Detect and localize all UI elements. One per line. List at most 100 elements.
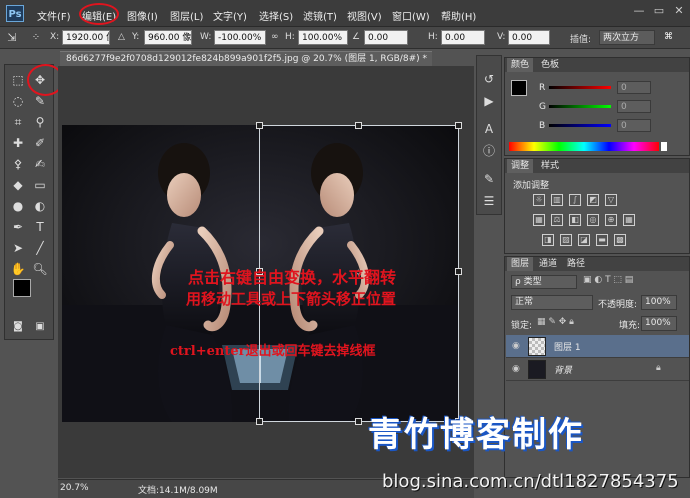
- tab-channels[interactable]: 通道: [535, 257, 561, 271]
- tab-color[interactable]: 颜色: [507, 58, 534, 72]
- warp-icon[interactable]: ⌘: [664, 32, 673, 42]
- type-tool-icon[interactable]: T: [31, 218, 49, 236]
- reference-point-icon[interactable]: ⁘: [27, 29, 45, 47]
- color-lookup-icon[interactable]: ▦: [623, 214, 635, 226]
- green-slider[interactable]: [549, 105, 611, 108]
- lasso-tool-icon[interactable]: ◌: [9, 92, 27, 110]
- hand-tool-icon[interactable]: ✋: [9, 260, 27, 278]
- levels-icon[interactable]: ▥: [551, 194, 563, 206]
- menu-type[interactable]: 文字(Y): [213, 8, 247, 23]
- lock-icons[interactable]: ▦ ✎ ✥ 🔒︎: [537, 317, 574, 327]
- quick-mask-icon[interactable]: ◙: [9, 318, 27, 336]
- transform-handle[interactable]: [355, 122, 362, 129]
- vertical-skew-field[interactable]: 0.00: [508, 30, 550, 45]
- eraser-tool-icon[interactable]: ◆: [9, 176, 27, 194]
- crop-tool-icon[interactable]: ⌗: [9, 113, 27, 131]
- zoom-tool-icon[interactable]: 🔍︎: [31, 260, 49, 278]
- line-tool-icon[interactable]: ╱: [31, 239, 49, 257]
- tab-adjustments[interactable]: 调整: [507, 159, 534, 173]
- transform-handle[interactable]: [256, 122, 263, 129]
- brightness-icon[interactable]: ☼: [533, 194, 545, 206]
- curves-icon[interactable]: ∫: [569, 194, 581, 206]
- transform-handle[interactable]: [455, 122, 462, 129]
- width-field[interactable]: -100.00%: [214, 30, 266, 45]
- red-value-field[interactable]: 0: [617, 81, 651, 94]
- layer-row-layer1[interactable]: ◉ 图层 1: [506, 335, 689, 358]
- posterize-icon[interactable]: ▨: [560, 234, 572, 246]
- tab-layers[interactable]: 图层: [507, 257, 534, 271]
- menu-select[interactable]: 选择(S): [259, 8, 293, 23]
- menu-window[interactable]: 窗口(W): [392, 8, 430, 23]
- zoom-level[interactable]: 20.7%: [60, 483, 89, 493]
- clone-stamp-icon[interactable]: ⚴: [9, 155, 27, 173]
- brush-tool-icon[interactable]: ✐: [31, 134, 49, 152]
- fill-field[interactable]: 100%: [641, 316, 677, 331]
- invert-icon[interactable]: ◨: [542, 234, 554, 246]
- black-white-icon[interactable]: ◧: [569, 214, 581, 226]
- menu-image[interactable]: 图像(I): [127, 8, 158, 23]
- menu-view[interactable]: 视图(V): [347, 8, 382, 23]
- blur-tool-icon[interactable]: ●: [9, 197, 27, 215]
- transform-handle[interactable]: [355, 418, 362, 425]
- brush-panel-icon[interactable]: ✎: [480, 170, 498, 188]
- path-select-icon[interactable]: ➤: [9, 239, 27, 257]
- threshold-icon[interactable]: ◪: [578, 234, 590, 246]
- layer-filter-kind-select[interactable]: ρ 类型: [511, 275, 577, 289]
- blue-slider[interactable]: [549, 124, 611, 127]
- screen-mode-icon[interactable]: ▣: [31, 318, 49, 336]
- gradient-tool-icon[interactable]: ▭: [31, 176, 49, 194]
- tab-swatches[interactable]: 色板: [537, 58, 563, 72]
- play-action-icon[interactable]: ▶: [480, 92, 498, 110]
- vibrance-icon[interactable]: ▽: [605, 194, 617, 206]
- menu-layer[interactable]: 图层(L): [170, 8, 203, 23]
- blue-value-field[interactable]: 0: [617, 119, 651, 132]
- green-value-field[interactable]: 0: [617, 100, 651, 113]
- history-icon[interactable]: ↺: [480, 70, 498, 88]
- tab-styles[interactable]: 样式: [537, 159, 563, 173]
- triangle-icon[interactable]: △: [118, 32, 125, 42]
- horizontal-skew-field[interactable]: 0.00: [441, 30, 485, 45]
- white-swatch[interactable]: [661, 142, 667, 151]
- character-panel-icon[interactable]: A: [480, 120, 498, 138]
- menu-filter[interactable]: 滤镜(T): [303, 8, 337, 23]
- document-tab[interactable]: 86d6277f9e2f0708d129012fe824b899a901f2f5…: [60, 51, 432, 66]
- angle-field[interactable]: 0.00: [364, 30, 408, 45]
- sliders-icon[interactable]: ☰: [480, 192, 498, 210]
- layer-row-background[interactable]: ◉ 背景 🔒︎: [506, 358, 689, 381]
- visibility-eye-icon[interactable]: ◉: [512, 364, 522, 374]
- marquee-tool-icon[interactable]: ⬚: [9, 71, 27, 89]
- close-button[interactable]: ✕: [672, 4, 686, 18]
- red-slider[interactable]: [549, 86, 611, 89]
- exposure-icon[interactable]: ◩: [587, 194, 599, 206]
- selective-color-icon[interactable]: ▩: [614, 234, 626, 246]
- minimize-button[interactable]: —: [632, 4, 646, 18]
- channel-mixer-icon[interactable]: ⊕: [605, 214, 617, 226]
- blend-mode-select[interactable]: 正常: [511, 295, 593, 310]
- photo-filter-icon[interactable]: ◎: [587, 214, 599, 226]
- visibility-eye-icon[interactable]: ◉: [512, 341, 522, 351]
- menu-file[interactable]: 文件(F): [37, 8, 71, 23]
- interpolation-select[interactable]: 两次立方: [599, 30, 655, 45]
- info-icon[interactable]: ⓘ: [480, 142, 498, 160]
- eyedropper-tool-icon[interactable]: ⚲: [31, 113, 49, 131]
- link-icon[interactable]: ∞: [271, 32, 279, 42]
- hue-saturation-icon[interactable]: ▦: [533, 214, 545, 226]
- transform-handle[interactable]: [455, 268, 462, 275]
- tab-paths[interactable]: 路径: [563, 257, 589, 271]
- color-spectrum-ramp[interactable]: [509, 142, 659, 151]
- layer-name[interactable]: 背景: [554, 363, 572, 376]
- y-position-field[interactable]: 960.00 像: [144, 30, 192, 45]
- x-position-field[interactable]: 1920.00 像: [62, 30, 110, 45]
- transform-handle[interactable]: [256, 418, 263, 425]
- foreground-color-swatch[interactable]: [511, 80, 527, 96]
- maximize-button[interactable]: ▭: [652, 4, 666, 18]
- pen-tool-icon[interactable]: ✒: [9, 218, 27, 236]
- menu-help[interactable]: 帮助(H): [441, 8, 476, 23]
- filter-icons[interactable]: ▣ ◐ T ⬚ ▤: [583, 275, 633, 285]
- height-field[interactable]: 100.00%: [298, 30, 348, 45]
- foreground-color-swatch[interactable]: [13, 279, 31, 297]
- opacity-field[interactable]: 100%: [641, 295, 677, 310]
- history-brush-icon[interactable]: ✍: [31, 155, 49, 173]
- layer-name[interactable]: 图层 1: [554, 340, 581, 353]
- healing-brush-icon[interactable]: ✚: [9, 134, 27, 152]
